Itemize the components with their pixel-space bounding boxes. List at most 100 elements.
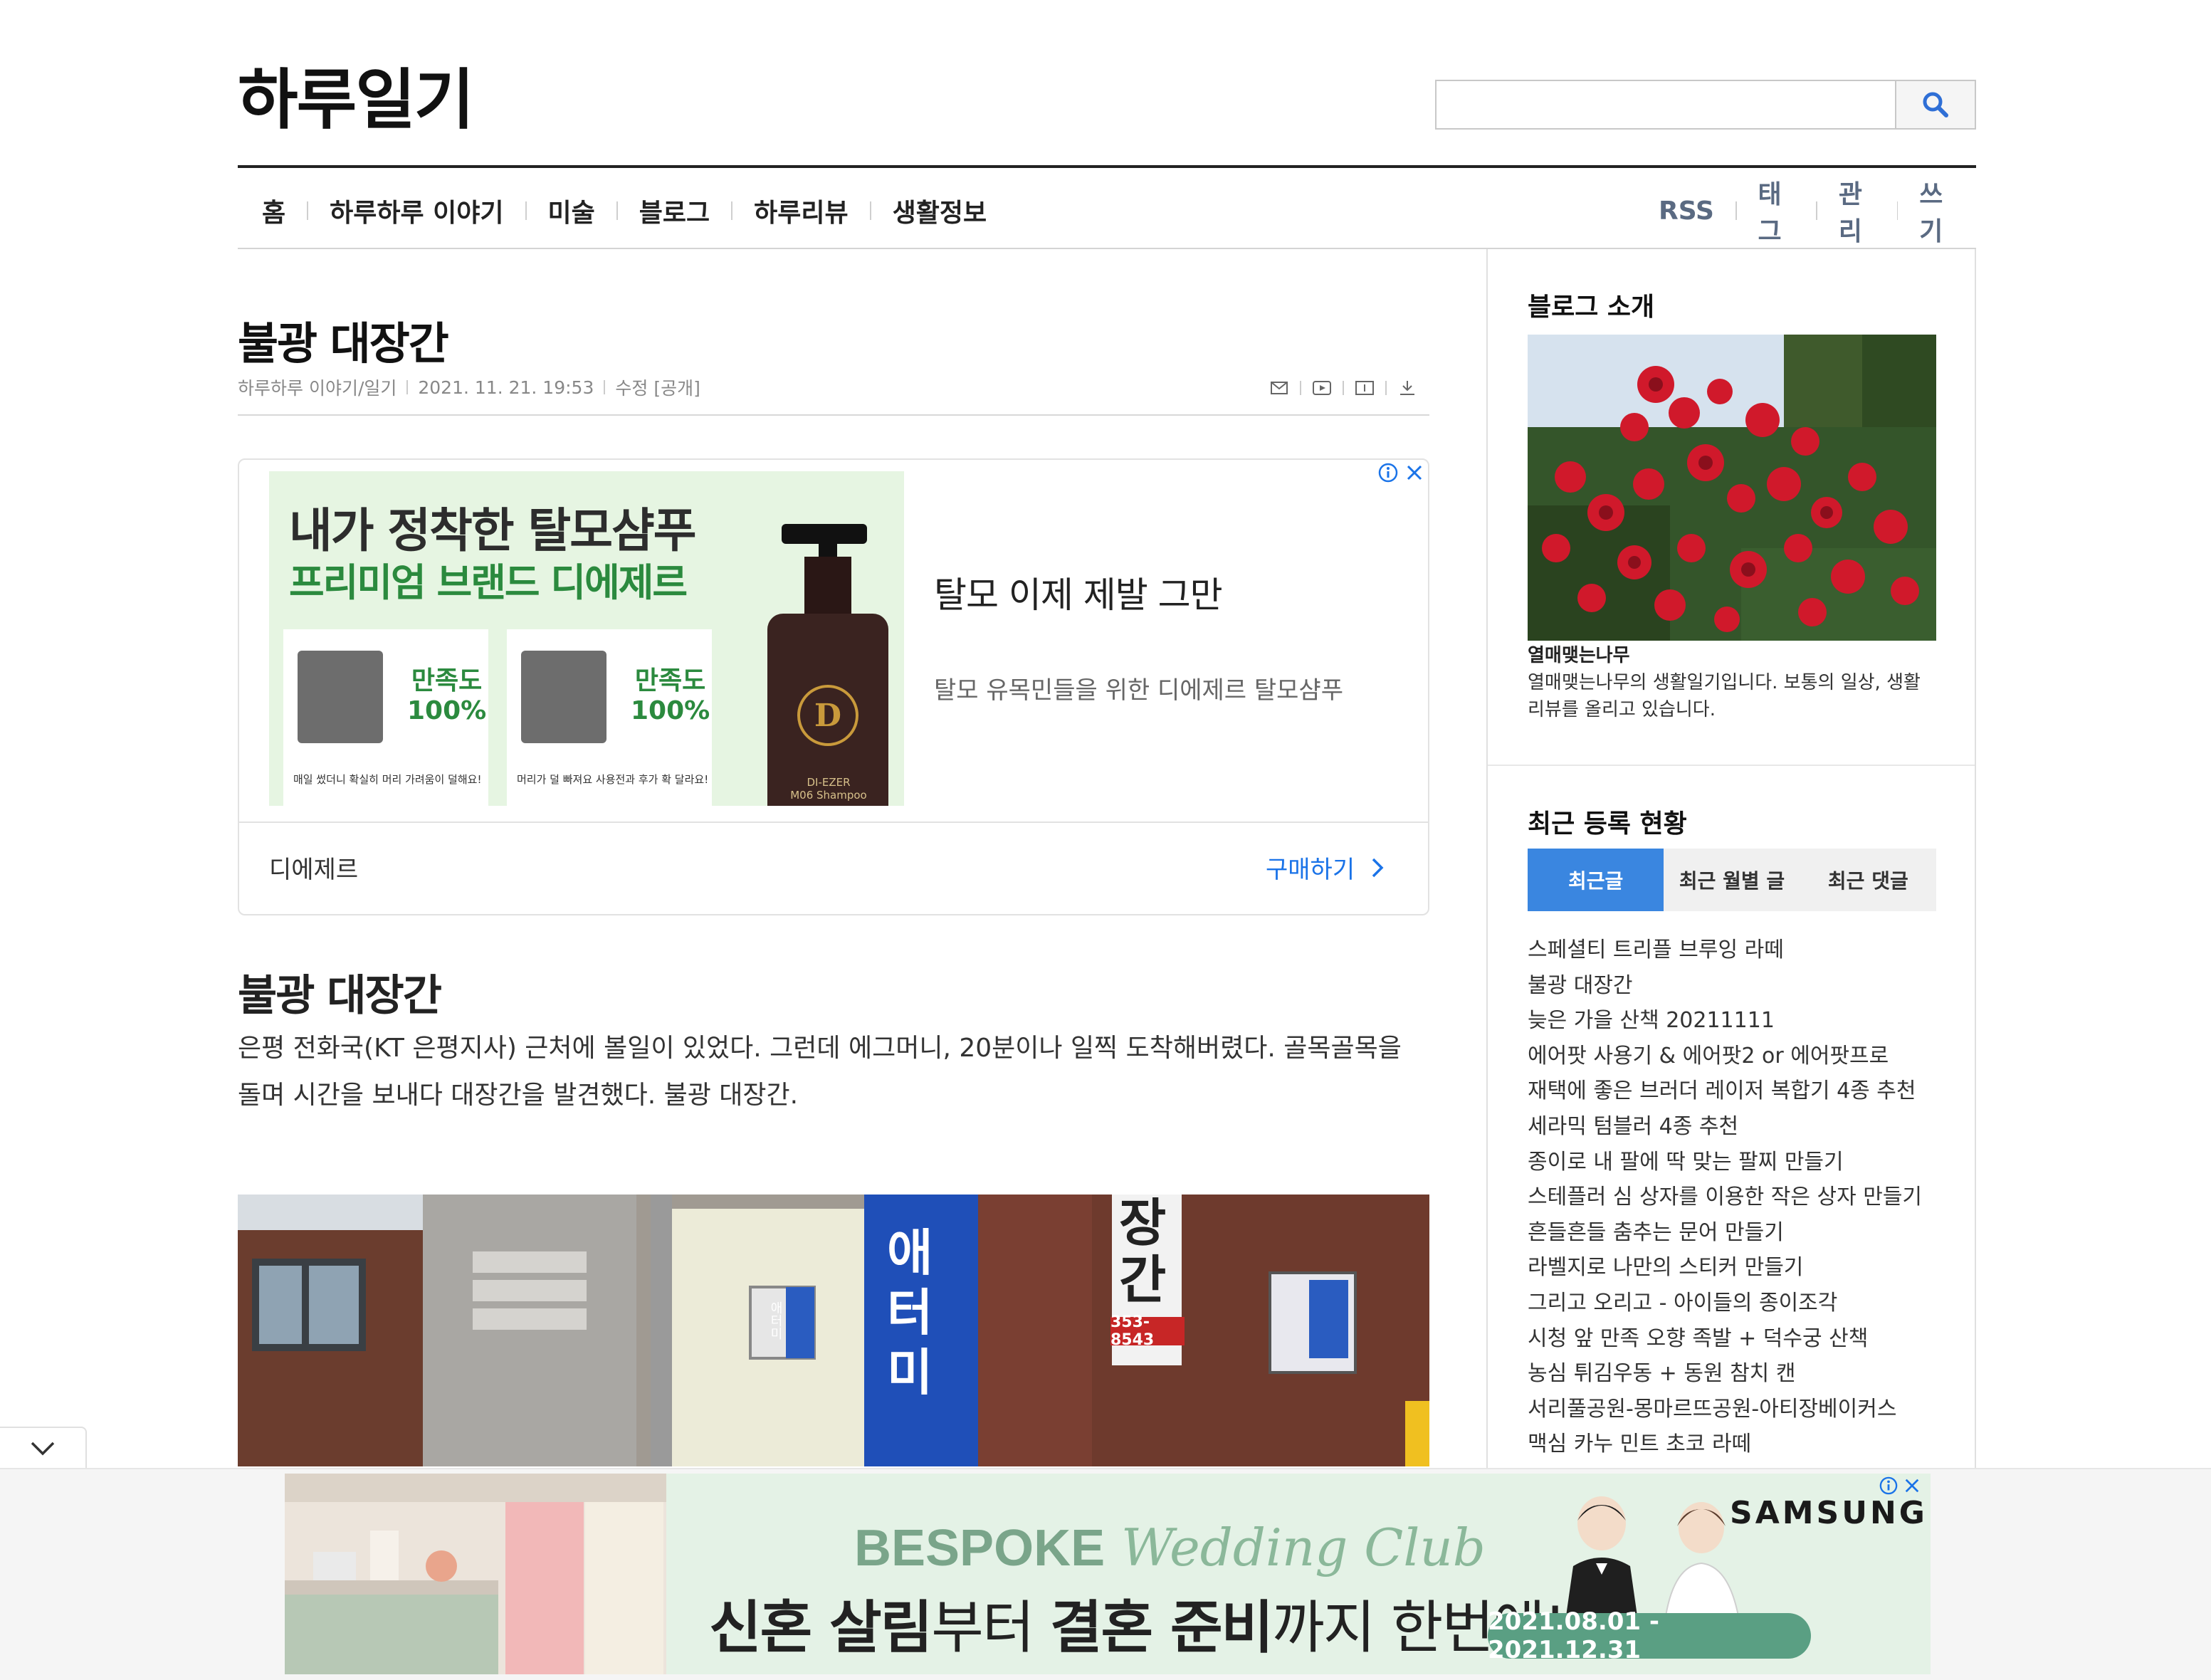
window-sign-text: 애터미 — [768, 1301, 783, 1340]
recent-post-list: 스페셜티 트리플 브루잉 라떼 불광 대장간 늦은 가을 산책 20211111… — [1528, 933, 1936, 1462]
recent-post-link[interactable]: 시청 앞 만족 오향 족발 + 덕수궁 산책 — [1528, 1321, 1936, 1357]
meta-separator — [406, 380, 409, 394]
post-meta: 하루하루 이야기/일기 2021. 11. 21. 19:53 수정 [공개] — [238, 374, 700, 400]
blog-intro-description: 열매맺는나무의 생활일기입니다. 보통의 일상, 생활 리뷰를 올리고 있습니다… — [1528, 672, 1921, 720]
recent-post-link[interactable]: 불광 대장간 — [1528, 968, 1936, 1004]
blog-title[interactable]: 하루일기 — [238, 61, 475, 140]
banner-date: 2021.08.01 - 2021.12.31 — [1488, 1607, 1811, 1664]
kitchen-illustration — [285, 1474, 666, 1674]
post-body: 은평 전화국(KT 은평지사) 근처에 볼일이 있었다. 그런데 에그머니, 2… — [238, 1034, 1402, 1110]
post-actions — [1269, 379, 1418, 397]
chevron-right-icon — [1372, 858, 1384, 877]
recent-post-link[interactable]: 흔들흔들 춤추는 문어 만들기 — [1528, 1215, 1936, 1251]
recent-post-link[interactable]: 서리풀공원-몽마르뜨공원-아티장베이커스 — [1528, 1392, 1936, 1427]
info-icon[interactable] — [1879, 1476, 1898, 1495]
recent-post-link[interactable]: 그리고 오리고 - 아이들의 종이조각 — [1528, 1286, 1936, 1321]
ad-controls — [1378, 463, 1424, 483]
shampoo-logo: D — [797, 685, 858, 746]
ad-cta-label: 구매하기 — [1266, 856, 1355, 884]
post-photo[interactable]: 애 터 미 장 간 353-8543 애터미 — [238, 1195, 1429, 1466]
close-icon[interactable] — [1405, 463, 1424, 482]
ad-subheadline: 프리미엄 브랜드 디에제르 — [289, 560, 688, 605]
nav-manage[interactable]: 관리 — [1817, 174, 1897, 248]
banner-brand-logo: SAMSUNG — [1730, 1495, 1928, 1531]
blog-intro-heading: 블로그 소개 — [1528, 293, 1655, 322]
sidebar-divider — [1488, 765, 1975, 766]
ad-review-caption: 매일 썼더니 확실히 머리 가려움이 덜해요! — [293, 773, 482, 786]
mail-icon[interactable] — [1269, 379, 1290, 397]
chevron-down-icon — [31, 1442, 55, 1456]
nav-home[interactable]: 홈 — [238, 192, 307, 229]
nav-rss[interactable]: RSS — [1637, 196, 1735, 226]
post-title: 불광 대장간 — [238, 317, 449, 369]
ad-title[interactable]: 탈모 이제 제발 그만 — [934, 567, 1223, 618]
ad-satisfaction: 만족도 100% — [631, 666, 710, 725]
post-edit-link[interactable]: 수정 — [615, 374, 648, 400]
banner-ad-controls — [1879, 1476, 1921, 1495]
info-icon[interactable] — [1378, 463, 1398, 483]
search-button[interactable] — [1896, 80, 1976, 130]
print-icon[interactable] — [1354, 379, 1375, 397]
header-divider — [238, 165, 1976, 168]
post-category[interactable]: 하루하루 이야기/일기 — [238, 374, 396, 400]
recent-post-link[interactable]: 늦은 가을 산책 20211111 — [1528, 1003, 1936, 1039]
recent-post-link[interactable]: 에어팟 사용기 & 에어팟2 or 에어팟프로 — [1528, 1039, 1936, 1074]
recent-post-link[interactable]: 맥심 카누 민트 초코 라떼 — [1528, 1427, 1936, 1462]
icon-separator — [1385, 381, 1387, 395]
nav-write[interactable]: 쓰기 — [1898, 174, 1976, 248]
street-photo — [238, 1195, 1429, 1466]
main-nav: 홈 하루하루 이야기 미술 블로그 하루리뷰 생활정보 — [238, 189, 1008, 232]
bottom-banner-ad[interactable]: BESPOKE Wedding Club 신혼 살림부터 결혼 준비까지 한번에… — [285, 1474, 1931, 1674]
recent-post-link[interactable]: 농심 튀김우동 + 동원 참치 캔 — [1528, 1356, 1936, 1392]
recent-post-link[interactable]: 스테플러 심 상자를 이용한 작은 상자 만들기 — [1528, 1180, 1936, 1215]
post-date: 2021. 11. 21. 19:53 — [418, 377, 594, 398]
ad-description: 탈모 유목민들을 위한 디에제르 탈모샴푸 — [934, 676, 1343, 705]
ad-card[interactable]: 내가 정착한 탈모샴푸 프리미엄 브랜드 디에제르 만족도 100% 매일 썼더… — [238, 458, 1429, 915]
ad-advertiser[interactable]: 디에제르 — [269, 850, 358, 885]
shampoo-bottle-neck — [804, 557, 851, 616]
ad-review-photo — [298, 651, 383, 743]
nav-review[interactable]: 하루리뷰 — [732, 192, 869, 229]
search-input[interactable] — [1437, 81, 1895, 128]
rose-photo — [1528, 335, 1936, 641]
ad-review-thumb: 만족도 100% 매일 썼더니 확실히 머리 가려움이 덜해요! — [283, 629, 488, 806]
recent-post-link[interactable]: 재택에 좋은 브러더 레이저 복합기 4종 추천 — [1528, 1073, 1936, 1109]
nav-life-info[interactable]: 생활정보 — [871, 192, 1008, 229]
tab-recent-posts[interactable]: 최근글 — [1528, 849, 1664, 911]
download-icon[interactable] — [1397, 379, 1418, 397]
banner-kitchen-image — [285, 1474, 666, 1674]
recent-post-link[interactable]: 세라믹 텀블러 4종 추천 — [1528, 1109, 1936, 1145]
post-visibility[interactable]: [공개] — [653, 374, 700, 400]
ad-buy-button[interactable]: 구매하기 — [1266, 850, 1385, 885]
nav-blog[interactable]: 블로그 — [618, 192, 731, 229]
tab-monthly-posts[interactable]: 최근 월별 글 — [1664, 849, 1800, 911]
recent-post-link[interactable]: 종이로 내 팔에 딱 맞는 팔찌 만들기 — [1528, 1145, 1936, 1180]
storefront-sign-text: 애 터 미 — [887, 1224, 933, 1402]
ad-creative[interactable]: 내가 정착한 탈모샴푸 프리미엄 브랜드 디에제르 만족도 100% 매일 썼더… — [269, 471, 904, 806]
ad-review-thumb: 만족도 100% 머리가 덜 빠져요 사용전과 후가 확 달라요! — [507, 629, 712, 806]
util-nav: RSS 태그 관리 쓰기 — [1637, 180, 1976, 246]
search-icon — [1923, 92, 1948, 117]
recent-post-link[interactable]: 라벨지로 나만의 스티커 만들기 — [1528, 1250, 1936, 1286]
banner-headline-part: 결혼 준비 — [1049, 1595, 1273, 1661]
recent-post-link[interactable]: 스페셜티 트리플 브루잉 라떼 — [1528, 933, 1936, 968]
nav-tags[interactable]: 태그 — [1737, 174, 1817, 248]
ad-footer-divider — [239, 821, 1428, 823]
nav-art[interactable]: 미술 — [527, 192, 616, 229]
icon-separator — [1343, 381, 1344, 395]
post-header-divider — [238, 414, 1429, 416]
tab-recent-comments[interactable]: 최근 댓글 — [1800, 849, 1936, 911]
blog-intro-image[interactable] — [1528, 335, 1936, 641]
nav-daily-story[interactable]: 하루하루 이야기 — [308, 192, 525, 229]
icon-separator — [1300, 381, 1301, 395]
meta-separator — [604, 380, 606, 394]
banner-headline: 신혼 살림부터 결혼 준비까지 한번에! — [709, 1582, 1567, 1664]
phone-sign: 353-8543 — [1110, 1313, 1185, 1349]
recent-tabs: 최근글 최근 월별 글 최근 댓글 — [1528, 849, 1936, 911]
collapse-banner-button[interactable] — [0, 1427, 87, 1469]
ad-satisfaction: 만족도 100% — [407, 666, 487, 725]
close-icon[interactable] — [1903, 1477, 1921, 1494]
slideshow-icon[interactable] — [1311, 379, 1333, 397]
banner-headline-part: 신혼 살림 — [709, 1595, 933, 1661]
blog-owner-name: 열매맺는나무 — [1528, 645, 1630, 666]
